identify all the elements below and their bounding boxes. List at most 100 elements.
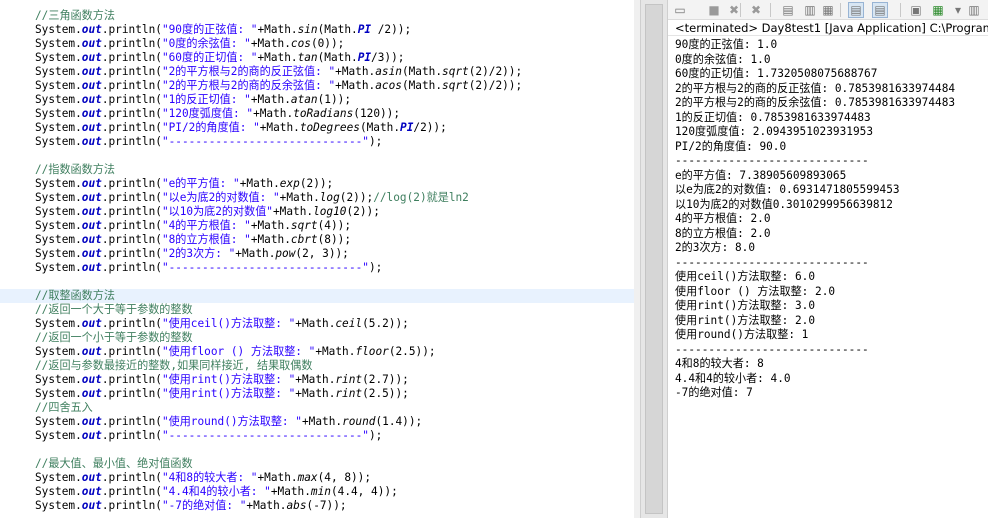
remove-all-icon[interactable]: ✖ [748, 2, 764, 18]
code-token: +Math. [295, 373, 336, 386]
code-line[interactable]: //返回一个大于等于参数的整数 [0, 303, 634, 317]
divider-scroll-thumb[interactable] [645, 4, 663, 514]
code-field: out [81, 415, 102, 428]
code-token: .println( [101, 345, 162, 358]
code-token: .println( [101, 499, 162, 512]
code-line[interactable]: //取整函数方法 [0, 289, 634, 303]
code-token: (8)); [317, 233, 352, 246]
code-line[interactable]: System.out.println("60度的正切值: "+Math.tan(… [0, 51, 634, 65]
show-on-error-icon[interactable]: ▤ [872, 2, 888, 18]
code-token: (-7)); [306, 499, 347, 512]
code-method: abs [286, 499, 307, 512]
code-token: (2, 3)); [295, 247, 349, 260]
console-output-line: 4.4和4的较小者: 4.0 [675, 371, 791, 385]
console-icon[interactable]: ▭ [672, 2, 688, 18]
code-editor[interactable]: //三角函数方法 System.out.println("90度的正弦值: "+M… [0, 0, 640, 518]
console-output-line: 使用ceil()方法取整: 6.0 [675, 270, 816, 283]
code-string: "1的反正切值: " [161, 93, 251, 106]
code-line[interactable]: System.out.println("2的3次方: "+Math.pow(2,… [0, 247, 634, 261]
code-line[interactable]: System.out.println("4和8的较大者: "+Math.max(… [0, 471, 634, 485]
code-method: max [297, 471, 318, 484]
display-dropdown-icon[interactable]: ▾ [950, 2, 966, 18]
code-line[interactable]: System.out.println("4.4和4的较小者: "+Math.mi… [0, 485, 634, 499]
code-token: .println( [101, 135, 162, 148]
code-line[interactable]: System.out.println("使用rint()方法取整: "+Math… [0, 387, 634, 401]
code-line[interactable]: System.out.println("e的平方值: "+Math.exp(2)… [0, 177, 634, 191]
code-line[interactable] [0, 275, 634, 289]
code-line[interactable]: System.out.println("--------------------… [0, 261, 634, 275]
code-token: .println( [101, 233, 162, 246]
show-on-output-icon[interactable]: ▤ [848, 2, 864, 18]
code-line[interactable]: System.out.println("使用round()方法取整: "+Mat… [0, 415, 634, 429]
code-line[interactable]: System.out.println("PI/2的角度值: "+Math.toD… [0, 121, 634, 135]
code-token: (2.5)); [388, 345, 436, 358]
code-token: .println( [101, 219, 162, 232]
code-token: (4)); [317, 219, 352, 232]
code-token: +Math. [301, 415, 343, 428]
code-line[interactable]: System.out.println("8的立方根值: "+Math.cbrt(… [0, 233, 634, 247]
console-status-label: <terminated> Day8test1 [Java Application… [668, 20, 988, 36]
code-line[interactable]: System.out.println("使用rint()方法取整: "+Math… [0, 373, 634, 387]
code-token: (5.2)); [362, 317, 409, 330]
scroll-lock-icon[interactable]: ▥ [802, 2, 818, 18]
code-string: "使用floor () 方法取整: " [161, 345, 316, 358]
code-string: "2的3次方: " [161, 247, 236, 260]
code-token: System. [35, 51, 82, 64]
code-method: toRadians [293, 107, 354, 120]
code-line[interactable] [0, 443, 634, 457]
code-token: +Math. [253, 107, 294, 120]
console-output-line: ----------------------------- [675, 342, 869, 356]
word-wrap-icon[interactable]: ▦ [820, 2, 836, 18]
code-line[interactable]: System.out.println("1的反正切值: "+Math.atan(… [0, 93, 634, 107]
code-line[interactable]: System.out.println("--------------------… [0, 135, 634, 149]
code-line[interactable]: System.out.println("以e为底2的对数值: "+Math.lo… [0, 191, 634, 205]
display-console-icon[interactable]: ▦ [930, 2, 946, 18]
code-line[interactable]: System.out.println("120度弧度值: "+Math.toRa… [0, 107, 634, 121]
code-line[interactable]: System.out.println("2的平方根与2的商的反正弦值: "+Ma… [0, 65, 634, 79]
code-string: "60度的正切值: " [161, 51, 258, 64]
code-line[interactable]: //最大值、最小值、绝对值函数 [0, 457, 634, 471]
code-token: System. [35, 345, 82, 358]
code-field: out [81, 485, 102, 498]
code-line[interactable]: System.out.println("0度的余弦值: "+Math.cos(0… [0, 37, 634, 51]
code-field: out [81, 247, 102, 260]
code-line[interactable]: System.out.println("使用ceil()方法取整: "+Math… [0, 317, 634, 331]
code-token: +Math. [239, 177, 280, 190]
pane-divider[interactable] [640, 0, 668, 518]
code-line[interactable]: System.out.println("使用floor () 方法取整: "+M… [0, 345, 634, 359]
code-token: System. [35, 107, 82, 120]
code-string: "使用round()方法取整: " [161, 415, 302, 428]
code-line[interactable]: System.out.println("以10为底2的对数值"+Math.log… [0, 205, 634, 219]
code-line[interactable]: System.out.println("2的平方根与2的商的反余弦值: "+Ma… [0, 79, 634, 93]
code-token: System. [35, 23, 82, 36]
code-field: out [81, 219, 102, 232]
code-line[interactable]: //四舍五入 [0, 401, 634, 415]
code-string: "-----------------------------" [161, 135, 369, 148]
code-token: System. [35, 373, 82, 386]
code-line[interactable]: System.out.println("90度的正弦值: "+Math.sin(… [0, 23, 634, 37]
code-token: .println( [101, 205, 162, 218]
console-output-line: e的平方值: 7.38905609893065 [675, 168, 847, 182]
code-line[interactable]: //返回与参数最接近的整数,如果同样接近, 结果取偶数 [0, 359, 634, 373]
console-output[interactable]: 90度的正弦值: 1.0 0度的余弦值: 1.0 60度的正切值: 1.732050… [668, 38, 988, 518]
code-line[interactable]: System.out.println("4的平方根值: "+Math.sqrt(… [0, 219, 634, 233]
code-token: +Math. [270, 485, 311, 498]
code-token: System. [35, 177, 82, 190]
pin-console-icon[interactable]: ▣ [908, 2, 924, 18]
code-line[interactable]: //返回一个小于等于参数的整数 [0, 331, 634, 345]
code-field: out [81, 79, 102, 92]
code-string: "以10为底2的对数值" [161, 205, 273, 218]
code-token: (1)); [317, 93, 352, 106]
code-method: sqrt [442, 79, 469, 92]
terminate-icon[interactable]: ■ [706, 2, 722, 18]
code-line[interactable]: System.out.println("--------------------… [0, 429, 634, 443]
code-line[interactable] [0, 149, 634, 163]
clear-console-icon[interactable]: ▤ [780, 2, 796, 18]
code-token: System. [35, 499, 82, 512]
code-token: +Math. [257, 471, 298, 484]
code-line[interactable]: //指数函数方法 [0, 163, 634, 177]
code-token: (Math. [317, 51, 358, 64]
open-console-icon[interactable]: ▥ [966, 2, 982, 18]
code-line[interactable]: System.out.println("-7的绝对值: "+Math.abs(-… [0, 499, 634, 513]
code-line[interactable]: //三角函数方法 [0, 9, 634, 23]
